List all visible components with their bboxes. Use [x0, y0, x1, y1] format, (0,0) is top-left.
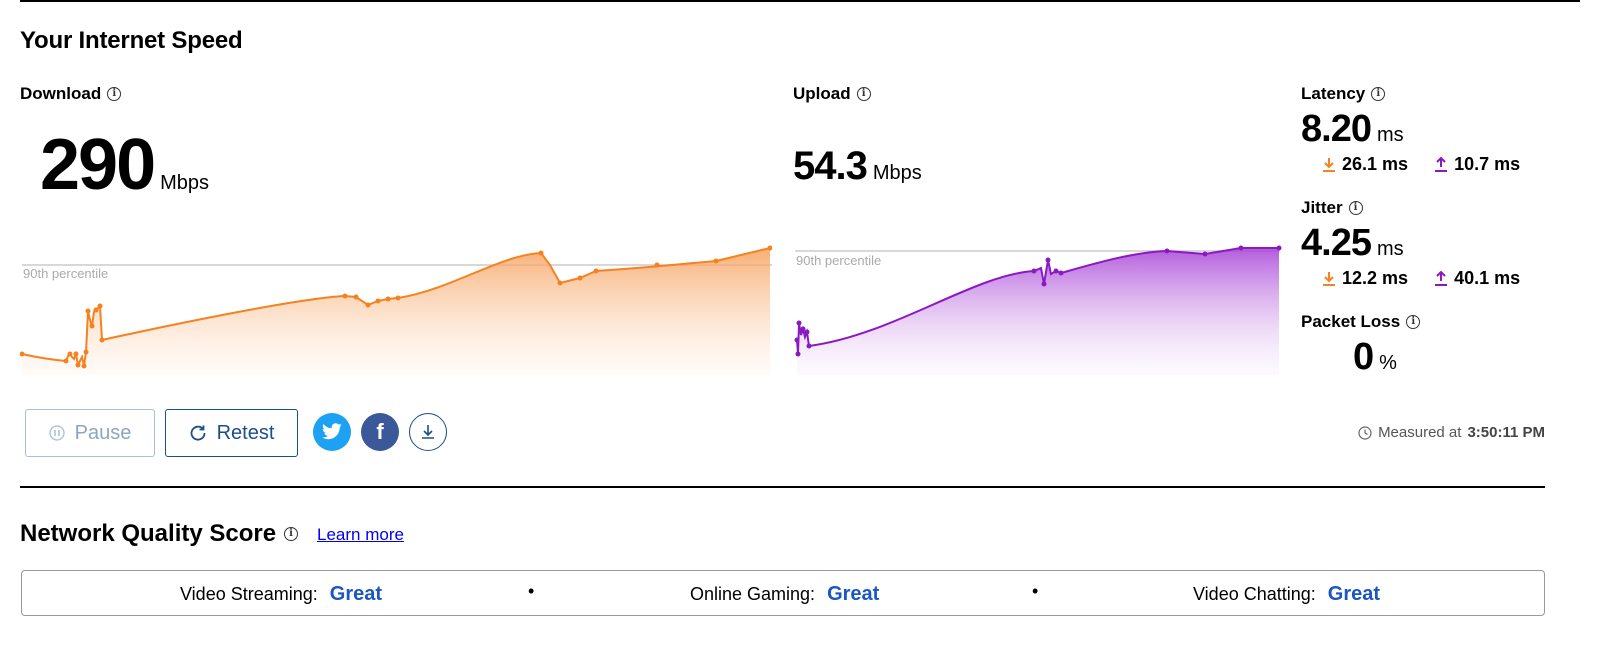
jitter-unit: ms	[1376, 238, 1404, 260]
jitter-label: Jitter	[1301, 198, 1343, 217]
jitter-value-row: 4.25 ms	[1301, 222, 1404, 265]
packet-loss-label-row: Packet Loss i	[1301, 312, 1421, 332]
info-icon[interactable]: i	[1406, 315, 1421, 329]
packet-loss-unit: %	[1379, 352, 1397, 374]
video-streaming-score: Video Streaming: Great	[180, 583, 382, 606]
info-icon[interactable]: i	[1371, 87, 1386, 101]
upload-value-row: 54.3 Mbps	[793, 144, 922, 189]
score-value: Great	[329, 583, 383, 605]
upload-label: Upload	[793, 84, 851, 103]
upload-chart: 90th percentile	[794, 245, 1282, 375]
learn-more-link[interactable]: Learn more	[317, 525, 404, 545]
info-icon[interactable]: i	[107, 87, 122, 101]
jitter-breakdown: 12.2 ms 40.1 ms	[1322, 268, 1520, 289]
latency-value: 8.20	[1301, 108, 1372, 150]
jitter-label-row: Jitter i	[1301, 198, 1363, 218]
twitter-share-button[interactable]	[313, 413, 351, 451]
download-value-row: 290 Mbps	[40, 124, 209, 206]
top-divider	[20, 0, 1580, 2]
jitter-upload-value: 40.1 ms	[1454, 268, 1521, 288]
score-label: Online Gaming:	[690, 584, 816, 604]
clock-icon	[1358, 425, 1372, 440]
online-gaming-score: Online Gaming: Great	[690, 583, 879, 606]
latency-upload-value: 10.7 ms	[1454, 154, 1521, 174]
score-label: Video Streaming:	[180, 584, 318, 604]
latency-value-row: 8.20 ms	[1301, 108, 1404, 151]
measured-prefix: Measured at	[1378, 424, 1462, 441]
download-chart: 90th percentile	[20, 245, 772, 375]
upload-arrow-icon	[1435, 270, 1448, 286]
latency-upload-item: 10.7 ms	[1434, 154, 1520, 175]
latency-download-value: 26.1 ms	[1342, 154, 1409, 174]
page-title: Your Internet Speed	[20, 27, 243, 54]
info-icon[interactable]: i	[856, 87, 871, 101]
jitter-upload-item: 40.1 ms	[1434, 268, 1520, 289]
retest-label: Retest	[216, 421, 275, 444]
refresh-icon	[190, 425, 205, 441]
latency-label: Latency	[1301, 84, 1366, 103]
packet-loss-value: 0	[1353, 336, 1374, 378]
score-value: Great	[827, 583, 880, 605]
download-icon	[422, 425, 434, 439]
download-value: 290	[40, 125, 156, 205]
upload-label-row: Upload i	[793, 84, 871, 104]
latency-label-row: Latency i	[1301, 84, 1386, 104]
separator-dot: •	[528, 581, 535, 601]
download-arrow-icon	[1323, 271, 1335, 286]
retest-button[interactable]: Retest	[165, 409, 298, 457]
twitter-icon	[322, 423, 342, 440]
info-icon[interactable]: i	[284, 527, 299, 541]
score-label: Video Chatting:	[1193, 584, 1316, 604]
network-quality-title: Network Quality Score	[20, 520, 277, 547]
network-quality-box: Video Streaming: Great • Online Gaming: …	[21, 570, 1545, 616]
network-quality-title-row: Network Quality Score i	[20, 520, 299, 548]
latency-breakdown: 26.1 ms 10.7 ms	[1322, 154, 1520, 175]
download-label-row: Download i	[20, 84, 122, 104]
download-unit: Mbps	[160, 172, 210, 194]
pause-button[interactable]: Pause	[25, 409, 155, 457]
jitter-download-value: 12.2 ms	[1342, 268, 1409, 288]
upload-percentile-label: 90th percentile	[796, 253, 881, 268]
latency-unit: ms	[1376, 124, 1404, 146]
packet-loss-value-row: 0 %	[1353, 336, 1397, 379]
section-divider	[20, 486, 1545, 488]
latency-download-item: 26.1 ms	[1322, 154, 1408, 175]
info-icon[interactable]: i	[1348, 201, 1363, 215]
download-arrow-icon	[1323, 157, 1335, 172]
upload-value: 54.3	[793, 144, 868, 188]
facebook-share-button[interactable]: f	[361, 413, 399, 451]
upload-arrow-icon	[1435, 156, 1448, 172]
download-label: Download	[20, 84, 102, 103]
measured-time: 3:50:11 PM	[1467, 424, 1545, 441]
measured-at: Measured at 3:50:11 PM	[1358, 424, 1545, 441]
jitter-value: 4.25	[1301, 222, 1372, 264]
jitter-download-item: 12.2 ms	[1322, 268, 1408, 289]
upload-unit: Mbps	[872, 162, 922, 184]
download-results-button[interactable]	[409, 413, 447, 451]
pause-icon	[48, 425, 65, 441]
packet-loss-label: Packet Loss	[1301, 312, 1401, 331]
pause-label: Pause	[74, 421, 132, 444]
separator-dot: •	[1032, 581, 1039, 601]
score-value: Great	[1327, 583, 1381, 605]
facebook-icon: f	[376, 419, 384, 444]
video-chatting-score: Video Chatting: Great	[1193, 583, 1380, 606]
download-percentile-label: 90th percentile	[23, 266, 108, 281]
